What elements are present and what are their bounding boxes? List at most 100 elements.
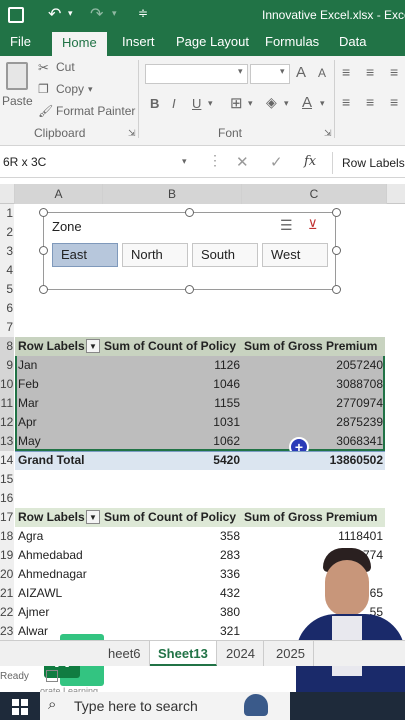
row-header[interactable]: 20 — [0, 565, 14, 584]
row-header[interactable]: 10 — [0, 375, 14, 394]
row-header[interactable]: 8 — [0, 337, 14, 356]
pivot-row-label[interactable]: Agra — [18, 527, 102, 546]
pivot-row-premium[interactable]: 2057240 — [244, 356, 383, 375]
customize-qat-icon[interactable]: ≑ — [138, 6, 148, 20]
align-bottom-icon[interactable]: ≡ — [390, 64, 398, 80]
pivot-row-label[interactable]: Feb — [18, 375, 98, 394]
align-left-icon[interactable]: ≡ — [342, 94, 350, 110]
resize-handle[interactable] — [332, 246, 341, 255]
pivot-row-count[interactable]: 1062 — [104, 432, 240, 451]
row-header[interactable]: 14 — [0, 451, 14, 470]
align-top-icon[interactable]: ≡ — [342, 64, 350, 80]
select-all-corner[interactable] — [0, 184, 15, 204]
row-header[interactable]: 4 — [0, 261, 14, 280]
tab-file[interactable]: File — [10, 34, 31, 49]
font-launcher-icon[interactable]: ⇲ — [324, 128, 332, 139]
row-header[interactable]: 18 — [0, 527, 14, 546]
format-painter-button[interactable]: Format Painter — [56, 104, 135, 118]
helmet-icon[interactable] — [244, 694, 268, 716]
row-header[interactable]: 22 — [0, 603, 14, 622]
bold-button[interactable]: B — [150, 96, 159, 111]
pivot-row-count[interactable]: 1126 — [104, 356, 240, 375]
resize-handle[interactable] — [185, 208, 194, 217]
tab-page-layout[interactable]: Page Layout — [176, 34, 249, 49]
redo-dropdown-icon[interactable]: ▾ — [112, 8, 117, 19]
row-header[interactable]: 15 — [0, 470, 14, 489]
undo-icon[interactable]: ↶ — [48, 4, 61, 24]
cut-button[interactable]: Cut — [56, 60, 75, 74]
slicer-item-east[interactable]: East — [52, 243, 118, 267]
grand-total-premium[interactable]: 13860502 — [244, 451, 383, 470]
taskbar-search-placeholder[interactable]: Type here to search — [74, 698, 198, 714]
row-header[interactable]: 3 — [0, 242, 14, 261]
pivot-row-count[interactable]: 283 — [104, 546, 240, 565]
copy-dropdown-icon[interactable]: ▾ — [88, 84, 93, 95]
italic-button[interactable]: I — [172, 96, 176, 111]
fill-color-icon[interactable]: ◈ — [266, 94, 277, 111]
column-header-a[interactable]: A — [15, 184, 103, 204]
name-box-chevron-icon[interactable]: ▾ — [182, 156, 187, 167]
row-header[interactable]: 21 — [0, 584, 14, 603]
row-header[interactable]: 5 — [0, 280, 14, 299]
pivot-row-count[interactable]: 432 — [104, 584, 240, 603]
align-middle-icon[interactable]: ≡ — [366, 64, 374, 80]
font-name-chevron-icon[interactable]: ▾ — [238, 66, 243, 77]
column-header-b[interactable]: B — [103, 184, 242, 204]
borders-dropdown-icon[interactable]: ▾ — [248, 98, 253, 109]
resize-handle[interactable] — [332, 208, 341, 217]
fill-color-dropdown-icon[interactable]: ▾ — [284, 98, 289, 109]
formula-bar-handle-icon[interactable]: ⋮ — [208, 152, 222, 169]
tab-home[interactable]: Home — [52, 32, 107, 56]
pivot-row-premium[interactable]: 3068341 — [244, 432, 383, 451]
redo-icon[interactable]: ↷ — [90, 4, 103, 24]
filter-dropdown-icon[interactable]: ▼ — [86, 339, 100, 353]
resize-handle[interactable] — [39, 208, 48, 217]
pivot-header-count[interactable]: Sum of Count of Policy — [104, 508, 242, 527]
font-color-icon[interactable]: A — [302, 94, 312, 111]
pivot-row-count[interactable]: 336 — [104, 565, 240, 584]
pivot-row-label[interactable]: Apr — [18, 413, 98, 432]
pivot-row-count[interactable]: 358 — [104, 527, 240, 546]
font-color-dropdown-icon[interactable]: ▾ — [320, 98, 325, 109]
row-header[interactable]: 17 — [0, 508, 14, 527]
font-size-chevron-icon[interactable]: ▾ — [280, 66, 285, 77]
multi-select-icon[interactable]: ☰ — [280, 217, 293, 234]
font-name-dropdown[interactable] — [145, 64, 248, 84]
undo-dropdown-icon[interactable]: ▾ — [68, 8, 73, 19]
row-header[interactable]: 23 — [0, 622, 14, 641]
paste-button[interactable]: Paste — [2, 94, 33, 108]
copy-icon[interactable]: ❐ — [38, 82, 49, 96]
row-header[interactable]: 16 — [0, 489, 14, 508]
filter-dropdown-icon[interactable]: ▼ — [86, 510, 100, 524]
macro-record-icon[interactable] — [46, 670, 58, 682]
pivot-row-premium[interactable]: 2875239 — [244, 413, 383, 432]
enter-formula-icon[interactable]: ✓ — [270, 153, 283, 171]
pivot-header-count[interactable]: Sum of Count of Policy — [104, 337, 242, 356]
resize-handle[interactable] — [39, 246, 48, 255]
clear-filter-icon[interactable]: ⊻ — [308, 217, 318, 233]
cut-icon[interactable]: ✂ — [38, 60, 49, 76]
row-header[interactable]: 12 — [0, 413, 14, 432]
grand-total-label[interactable]: Grand Total — [18, 451, 102, 470]
row-header[interactable]: 6 — [0, 299, 14, 318]
pivot-row-label[interactable]: May — [18, 432, 98, 451]
resize-handle[interactable] — [185, 285, 194, 294]
paste-icon[interactable] — [6, 62, 28, 90]
sheet-tab[interactable]: 2025 — [268, 641, 314, 666]
pivot-row-label[interactable]: Mar — [18, 394, 98, 413]
windows-start-icon[interactable] — [12, 699, 28, 715]
pivot-row-label[interactable]: AIZAWL — [18, 584, 102, 603]
pivot-row-label[interactable]: Jan — [18, 356, 98, 375]
underline-dropdown-icon[interactable]: ▾ — [208, 98, 213, 109]
align-right-icon[interactable]: ≡ — [390, 94, 398, 110]
row-header[interactable]: 1 — [0, 204, 14, 223]
insert-function-button[interactable]: fx — [304, 154, 316, 169]
slicer-item-south[interactable]: South — [192, 243, 258, 267]
pivot-row-count[interactable]: 321 — [104, 622, 240, 641]
zone-slicer[interactable]: Zone ☰ ⊻ East North South West — [43, 212, 336, 290]
format-painter-icon[interactable]: 🖌 — [38, 104, 53, 118]
formula-input[interactable]: Row Labels — [342, 156, 405, 170]
pivot-header-premium[interactable]: Sum of Gross Premium — [244, 337, 384, 356]
sheet-tab-active[interactable]: Sheet13 — [150, 641, 217, 666]
cancel-formula-icon[interactable]: ✕ — [236, 153, 249, 171]
